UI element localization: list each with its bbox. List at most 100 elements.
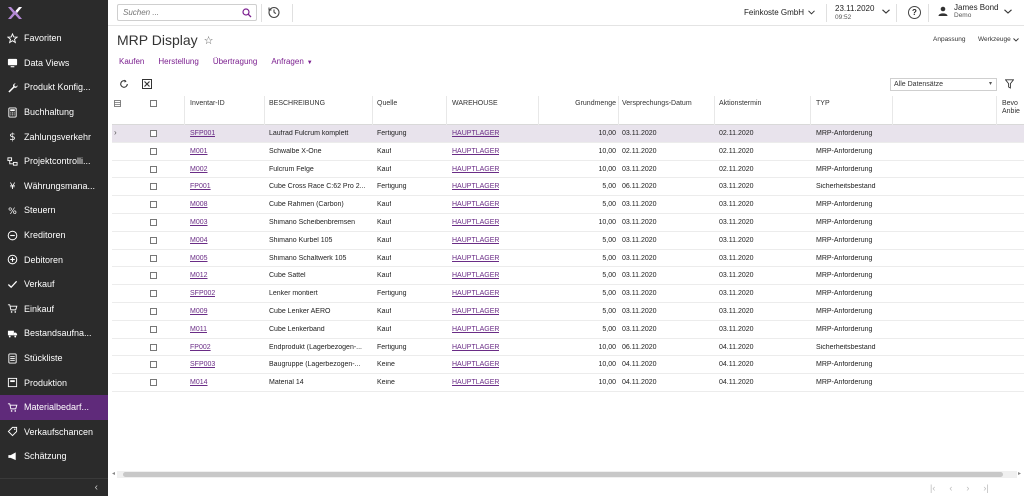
scrollbar-thumb[interactable] bbox=[123, 472, 1003, 477]
table-row[interactable]: M011 Cube Lenkerband Kauf HAUPTLAGER 5,00 03.… bbox=[112, 321, 1024, 339]
tab-herstellung[interactable]: Herstellung bbox=[158, 57, 198, 66]
row-checkbox[interactable] bbox=[150, 308, 157, 315]
warehouse-link[interactable]: HAUPTLAGER bbox=[452, 148, 499, 155]
column-header-warehouse[interactable]: WAREHOUSE bbox=[452, 100, 498, 108]
search-input[interactable] bbox=[123, 8, 235, 17]
column-header-action-date[interactable]: Aktionstermin bbox=[719, 100, 761, 108]
sidebar-item-materialbedarf[interactable]: Materialbedarf... bbox=[0, 395, 108, 420]
warehouse-link[interactable]: HAUPTLAGER bbox=[452, 219, 499, 226]
warehouse-link[interactable]: HAUPTLAGER bbox=[452, 344, 499, 351]
row-checkbox[interactable] bbox=[150, 219, 157, 226]
inventory-id-link[interactable]: M003 bbox=[190, 219, 208, 226]
table-row[interactable]: M012 Cube Sattel Kauf HAUPTLAGER 5,00 03.11.2… bbox=[112, 267, 1024, 286]
inventory-id-link[interactable]: M014 bbox=[190, 379, 208, 386]
row-checkbox[interactable] bbox=[150, 272, 157, 280]
sidebar-item-bestandsaufna[interactable]: Bestandsaufna... bbox=[0, 321, 108, 346]
sidebar-item-favoriten[interactable]: Favoriten bbox=[0, 26, 108, 51]
sidebar-item-buchhaltung[interactable]: Buchhaltung bbox=[0, 100, 108, 125]
inventory-id-link[interactable]: FP002 bbox=[190, 344, 211, 351]
column-header-description[interactable]: BESCHREIBUNG bbox=[269, 100, 325, 108]
row-checkbox[interactable] bbox=[150, 290, 157, 298]
company-selector[interactable]: Feinkoste GmbH bbox=[744, 8, 815, 17]
warehouse-link[interactable]: HAUPTLAGER bbox=[452, 201, 499, 208]
tab-übertragung[interactable]: Übertragung bbox=[213, 57, 257, 66]
last-page-icon[interactable]: ›| bbox=[983, 483, 988, 493]
row-checkbox[interactable] bbox=[150, 183, 157, 191]
row-checkbox[interactable] bbox=[150, 361, 157, 369]
sidebar-item-einkauf[interactable]: Einkauf bbox=[0, 297, 108, 322]
sidebar-item-data-views[interactable]: Data Views bbox=[0, 51, 108, 76]
column-header-preferred-vendor[interactable]: Bevo Anbie bbox=[1002, 100, 1020, 116]
inventory-id-link[interactable]: M005 bbox=[190, 255, 208, 262]
sidebar-item-schätzung[interactable]: Schätzung bbox=[0, 444, 108, 469]
excel-export-icon[interactable] bbox=[142, 79, 152, 89]
inventory-id-link[interactable]: SFP002 bbox=[190, 290, 215, 297]
table-row[interactable]: M002 Fulcrum Felge Kauf HAUPTLAGER 10,00 03.1… bbox=[112, 161, 1024, 179]
table-row[interactable]: M009 Cube Lenker AERO Kauf HAUPTLAGER 5,00 03… bbox=[112, 303, 1024, 321]
sidebar-item-produktion[interactable]: Produktion bbox=[0, 370, 108, 395]
warehouse-link[interactable]: HAUPTLAGER bbox=[452, 326, 499, 333]
inventory-id-link[interactable]: M008 bbox=[190, 201, 208, 208]
inventory-id-link[interactable]: SFP003 bbox=[190, 361, 215, 368]
row-checkbox[interactable] bbox=[150, 236, 157, 244]
table-row[interactable]: FP002 Endprodukt (Lagerbezogen-... Fertigu… bbox=[112, 339, 1024, 357]
inventory-id-link[interactable]: M004 bbox=[190, 237, 208, 244]
app-logo[interactable] bbox=[0, 0, 108, 26]
tools-menu[interactable]: Werkzeuge bbox=[978, 36, 1019, 43]
refresh-icon[interactable] bbox=[119, 79, 129, 89]
chevron-down-icon[interactable] bbox=[882, 9, 890, 14]
inventory-id-link[interactable]: SFP001 bbox=[190, 130, 215, 137]
column-header-type[interactable]: TYP bbox=[816, 100, 830, 108]
warehouse-link[interactable]: HAUPTLAGER bbox=[452, 130, 499, 137]
sidebar-item-zahlungsverkehr[interactable]: $ Zahlungsverkehr bbox=[0, 124, 108, 149]
inventory-id-link[interactable]: M011 bbox=[190, 326, 207, 333]
row-checkbox[interactable] bbox=[150, 254, 157, 262]
sidebar-item-stückliste[interactable]: Stückliste bbox=[0, 346, 108, 371]
favorite-star-icon[interactable]: ☆ bbox=[204, 34, 214, 47]
warehouse-link[interactable]: HAUPTLAGER bbox=[452, 166, 499, 173]
inventory-id-link[interactable]: M012 bbox=[190, 272, 208, 279]
table-row[interactable]: M008 Cube Rahmen (Carbon) Kauf HAUPTLAGER 5,… bbox=[112, 196, 1024, 214]
sidebar-item-verkaufschancen[interactable]: Verkaufschancen bbox=[0, 420, 108, 445]
chevron-down-icon[interactable] bbox=[1004, 9, 1012, 14]
warehouse-link[interactable]: HAUPTLAGER bbox=[452, 183, 499, 190]
scroll-right-arrow[interactable]: ▸ bbox=[1018, 470, 1021, 477]
sidebar-collapse-button[interactable]: ‹ bbox=[0, 478, 108, 496]
row-checkbox[interactable] bbox=[150, 165, 157, 173]
row-checkbox[interactable] bbox=[150, 147, 157, 155]
sidebar-item-verkauf[interactable]: Verkauf bbox=[0, 272, 108, 297]
row-checkbox[interactable] bbox=[150, 201, 157, 209]
filter-funnel-icon[interactable] bbox=[1005, 79, 1014, 89]
first-page-icon[interactable]: |‹ bbox=[930, 483, 935, 493]
warehouse-link[interactable]: HAUPTLAGER bbox=[452, 308, 499, 315]
warehouse-link[interactable]: HAUPTLAGER bbox=[452, 272, 499, 279]
row-checkbox[interactable] bbox=[150, 343, 157, 351]
tab-anfragen[interactable]: Anfragen ▼ bbox=[271, 57, 312, 66]
horizontal-scrollbar[interactable] bbox=[117, 471, 1017, 478]
table-row[interactable]: M014 Material 14 Keine HAUPTLAGER 10,00 04.11… bbox=[112, 374, 1024, 392]
customize-link[interactable]: Anpassung bbox=[933, 36, 966, 43]
warehouse-link[interactable]: HAUPTLAGER bbox=[452, 237, 499, 244]
next-page-icon[interactable]: › bbox=[966, 483, 969, 493]
user-menu[interactable]: James Bond Demo bbox=[938, 3, 998, 19]
warehouse-link[interactable]: HAUPTLAGER bbox=[452, 255, 499, 262]
table-row[interactable]: M003 Shimano Scheibenbremsen Kauf HAUPTLAGE… bbox=[112, 214, 1024, 232]
sidebar-item-projektcontrolli[interactable]: Projektcontrolli... bbox=[0, 149, 108, 174]
table-row[interactable]: SFP003 Baugruppe (Lagerbezogen-... Keine HA… bbox=[112, 356, 1024, 375]
previous-page-icon[interactable]: ‹ bbox=[949, 483, 952, 493]
table-row[interactable]: M005 Shimano Schaltwerk 105 Kauf HAUPTLAGER… bbox=[112, 250, 1024, 268]
column-header-promise-date[interactable]: Versprechungs-Datum bbox=[622, 100, 692, 108]
warehouse-link[interactable]: HAUPTLAGER bbox=[452, 361, 499, 368]
sidebar-item-produkt-konfig[interactable]: Produkt Konfig... bbox=[0, 75, 108, 100]
column-header-base-qty[interactable]: Grundmenge bbox=[538, 100, 616, 108]
column-settings-icon[interactable] bbox=[114, 100, 121, 107]
records-filter-select[interactable]: Alle Datensätze ▾ bbox=[890, 78, 997, 91]
column-header-inventory-id[interactable]: Inventar-ID bbox=[190, 100, 225, 108]
row-checkbox[interactable] bbox=[150, 130, 157, 137]
warehouse-link[interactable]: HAUPTLAGER bbox=[452, 379, 499, 386]
inventory-id-link[interactable]: M002 bbox=[190, 166, 208, 173]
table-row[interactable]: SFP002 Lenker montiert Fertigung HAUPTLAGER… bbox=[112, 285, 1024, 303]
sidebar-item-steuern[interactable]: % Steuern bbox=[0, 198, 108, 223]
sidebar-item-debitoren[interactable]: Debitoren bbox=[0, 247, 108, 272]
row-checkbox[interactable] bbox=[150, 379, 157, 387]
